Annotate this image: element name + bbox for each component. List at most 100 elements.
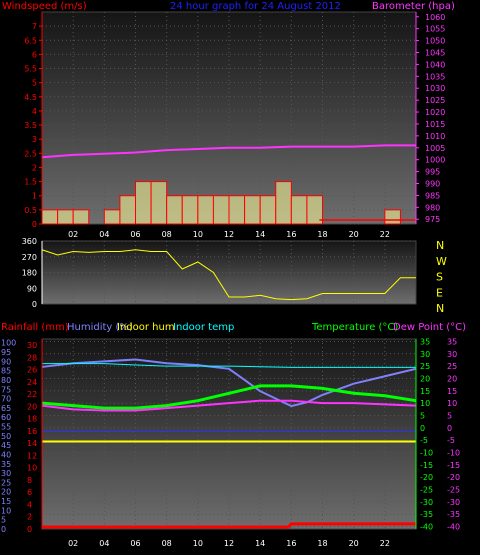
temp-tick-label: -35 xyxy=(420,510,433,519)
temp-tick-label: 10 xyxy=(420,399,430,408)
windspeed-tick-label: 3.5 xyxy=(24,121,37,130)
dewpoint-tick-label: -40 xyxy=(447,523,460,532)
wind-x-tick-label: 18 xyxy=(317,230,327,239)
temp-tick-label: 35 xyxy=(420,337,430,346)
rain-tick-label: 22 xyxy=(27,390,37,399)
compass-label: S xyxy=(436,271,443,284)
barometer-tick-label: 995 xyxy=(425,168,440,177)
wind-x-tick-label: 20 xyxy=(349,230,359,239)
dewpoint-tick-label: 20 xyxy=(447,374,457,383)
dewpoint-tick-label: -25 xyxy=(447,486,460,495)
dewpoint-tick-label: 30 xyxy=(447,350,457,359)
temp-x-tick-label: 06 xyxy=(130,539,140,548)
rain-tick-label: 12 xyxy=(27,451,37,460)
humidity-tick-label: 35 xyxy=(1,460,11,469)
temp-x-tick-label: 04 xyxy=(99,539,109,548)
windspeed-axis-label: Windspeed (m/s) xyxy=(2,1,87,12)
temp-x-tick-label: 14 xyxy=(255,539,265,548)
humidity-tick-label: 90 xyxy=(1,357,11,366)
wind-x-tick-label: 12 xyxy=(224,230,234,239)
barometer-tick-label: 1000 xyxy=(425,156,445,165)
windspeed-tick-label: 2 xyxy=(32,163,37,172)
wind-x-tick-label: 04 xyxy=(99,230,109,239)
windspeed-tick-label: 3 xyxy=(32,135,37,144)
windspeed-tick-label: 7 xyxy=(32,22,37,31)
barometer-tick-label: 1010 xyxy=(425,132,445,141)
dewpoint-tick-label: -10 xyxy=(447,449,460,458)
rain-tick-label: 6 xyxy=(27,488,32,497)
windspeed-bar xyxy=(290,195,308,225)
windspeed-tick-label: 6 xyxy=(32,50,37,59)
humidity-tick-label: 60 xyxy=(1,413,11,422)
humidity-tick-label: 15 xyxy=(1,497,11,506)
windspeed-tick-label: 4.5 xyxy=(24,93,37,102)
windspeed-tick-label: 0.5 xyxy=(24,206,37,215)
rain-tick-label: 16 xyxy=(27,427,37,436)
humidity-tick-label: 45 xyxy=(1,441,11,450)
dewpoint-tick-label: -15 xyxy=(447,461,460,470)
barometer-tick-label: 1005 xyxy=(425,144,445,153)
dew-point-axis-label: Dew Point (°C) xyxy=(393,322,466,333)
compass-label: E xyxy=(436,286,443,299)
barometer-tick-label: 1055 xyxy=(425,25,445,34)
barometer-tick-label: 975 xyxy=(425,215,440,224)
temperature-humidity-chart: 0510152025303540455055606570758085909510… xyxy=(1,322,466,548)
humidity-tick-label: 65 xyxy=(1,404,11,413)
windspeed-tick-label: 5 xyxy=(32,79,37,88)
direction-tick-label: 180 xyxy=(22,269,37,278)
rain-tick-label: 0 xyxy=(27,525,32,534)
windspeed-bar xyxy=(135,181,152,225)
temp-tick-label: 5 xyxy=(420,411,425,420)
humidity-tick-label: 25 xyxy=(1,478,11,487)
rain-tick-label: 20 xyxy=(27,402,37,411)
windspeed-bar xyxy=(166,195,183,225)
dewpoint-tick-label: 0 xyxy=(447,424,452,433)
indoor-hum-label: Indoor hum xyxy=(117,322,175,333)
rain-tick-label: 8 xyxy=(27,476,32,485)
dewpoint-tick-label: 10 xyxy=(447,399,457,408)
compass-label: N xyxy=(436,239,444,252)
windspeed-bar xyxy=(244,195,261,225)
indoor-temp-label: Indoor temp xyxy=(173,322,234,333)
humidity-tick-label: 5 xyxy=(1,516,6,525)
rain-tick-label: 28 xyxy=(27,353,37,362)
barometer-tick-label: 980 xyxy=(425,203,440,212)
temp-tick-label: -30 xyxy=(420,498,433,507)
dewpoint-tick-label: -35 xyxy=(447,510,460,519)
rain-tick-label: 10 xyxy=(27,464,37,473)
wind-x-tick-label: 02 xyxy=(68,230,78,239)
barometer-tick-label: 990 xyxy=(425,180,440,189)
windspeed-tick-label: 1 xyxy=(32,192,37,201)
barometer-tick-label: 1050 xyxy=(425,37,445,46)
rain-tick-label: 26 xyxy=(27,366,37,375)
temp-tick-label: 15 xyxy=(420,387,430,396)
humidity-tick-label: 85 xyxy=(1,367,11,376)
humidity-tick-label: 80 xyxy=(1,376,11,385)
wind-direction-chart: 090180270360 NWSEN xyxy=(22,237,447,315)
temp-tick-label: -25 xyxy=(420,486,433,495)
temp-x-tick-label: 12 xyxy=(224,539,234,548)
wind-x-tick-label: 10 xyxy=(193,230,203,239)
compass-label: N xyxy=(436,302,444,315)
windspeed-bar xyxy=(197,195,214,225)
humidity-tick-label: 50 xyxy=(1,432,11,441)
windspeed-bar xyxy=(72,209,90,225)
windspeed-bar xyxy=(259,195,277,225)
dewpoint-tick-label: 15 xyxy=(447,387,457,396)
windspeed-tick-label: 4 xyxy=(32,107,37,116)
weather-graph-page: 0 0.5 1 1.5 2 2.5 3 3.5 4 4.5 5 5.5 6 6.5 7 975 980 985 99… xyxy=(0,0,480,555)
temperature-axis-label: Temperature (°C) xyxy=(311,322,398,333)
windspeed-bar xyxy=(119,195,136,225)
barometer-tick-label: 1025 xyxy=(425,96,445,105)
chart-title: 24 hour graph for 24 August 2012 xyxy=(170,1,341,12)
temp-x-tick-label: 10 xyxy=(193,539,203,548)
humidity-tick-label: 30 xyxy=(1,469,11,478)
temp-tick-label: -20 xyxy=(420,473,433,482)
windspeed-tick-label: 2.5 xyxy=(24,149,37,158)
temp-tick-label: 30 xyxy=(420,350,430,359)
humidity-tick-label: 100 xyxy=(1,339,16,348)
windspeed-bar xyxy=(384,209,401,225)
temp-tick-label: 20 xyxy=(420,374,430,383)
temp-x-tick-label: 08 xyxy=(162,539,172,548)
rain-tick-label: 24 xyxy=(27,378,37,387)
